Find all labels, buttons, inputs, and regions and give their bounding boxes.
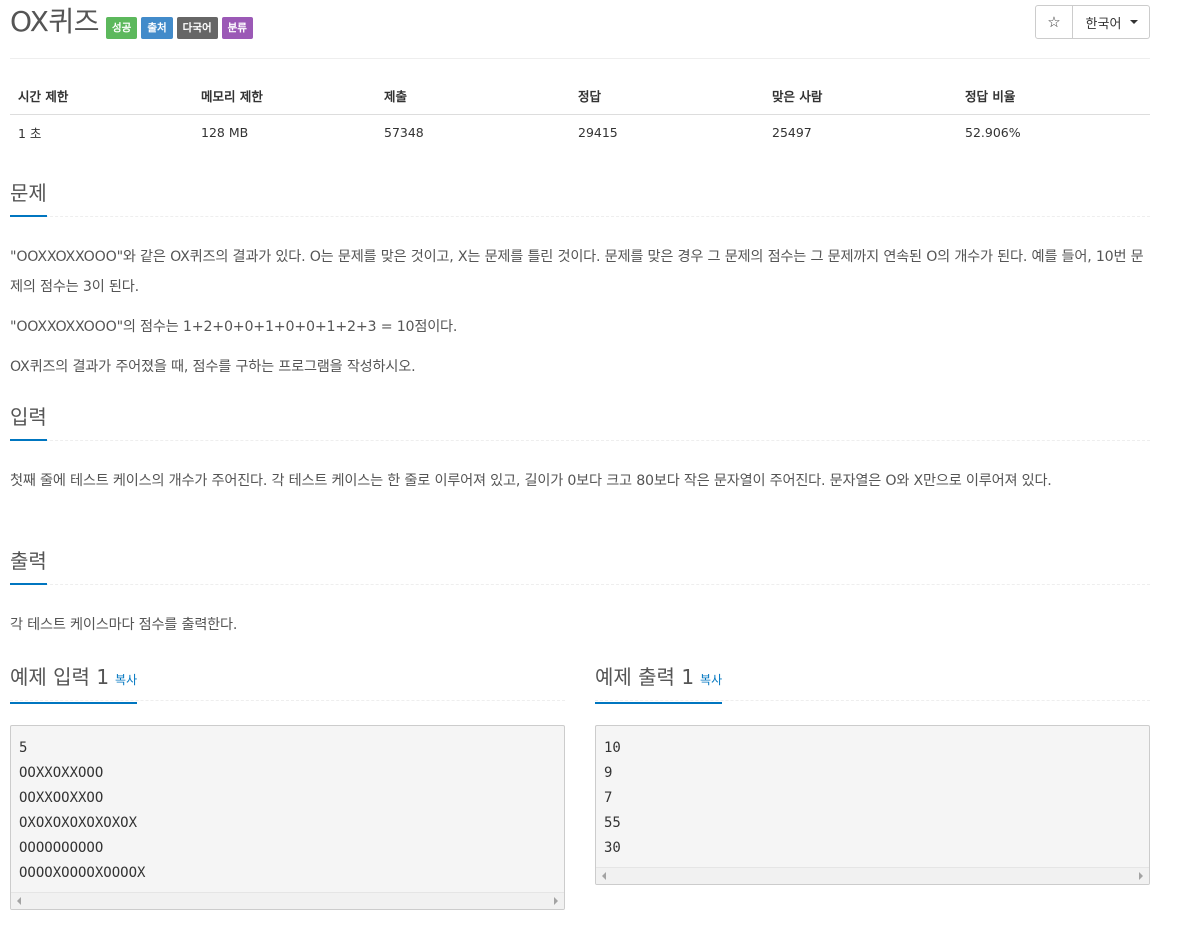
sample-input-line: OOXXOXXOOO (19, 765, 104, 781)
problem-labels: 성공 출처 다국어 분류 (106, 17, 253, 39)
label-source[interactable]: 출처 (141, 17, 173, 39)
sample-input-title-wrap: 예제 입력 1 복사 (10, 663, 138, 704)
sample-input-line: 5 (19, 740, 28, 756)
info-header-row: 시간 제한 메모리 제한 제출 정답 맞은 사람 정답 비율 (10, 78, 1150, 115)
caret-down-icon (1130, 20, 1139, 24)
value-memory-limit: 128 MB (201, 124, 249, 140)
sample-output-scrollbar[interactable] (596, 867, 1149, 884)
sample-input-header: 예제 입력 1 복사 (10, 663, 565, 704)
sample-output-line: 9 (604, 765, 613, 781)
favorite-button[interactable]: ☆ (1035, 5, 1073, 39)
value-time-limit: 1 초 (18, 125, 42, 141)
copy-output-button[interactable]: 복사 (700, 673, 722, 687)
sample-output-line: 10 (604, 740, 621, 756)
sample-output-box[interactable]: 10 9 7 55 30 (595, 725, 1150, 885)
header-accepted: 정답 (570, 78, 764, 115)
sample-input-line: OOOOOOOOOO (19, 840, 104, 856)
star-icon: ☆ (1047, 13, 1061, 31)
input-paragraph: 첫째 줄에 테스트 케이스의 개수가 주어진다. 각 테스트 케이스는 한 줄로… (10, 473, 1052, 489)
label-category[interactable]: 분류 (221, 17, 253, 39)
scroll-left-icon[interactable] (602, 872, 606, 880)
problem-info-table: 시간 제한 메모리 제한 제출 정답 맞은 사람 정답 비율 1 초 128 M… (10, 78, 1150, 150)
sample-output-title: 예제 출력 1 (595, 665, 695, 689)
problem-header: OX퀴즈 성공 출처 다국어 분류 ☆ 한국어 (10, 4, 1150, 40)
header-accept-ratio: 정답 비율 (957, 78, 1150, 115)
output-paragraph: 각 테스트 케이스마다 점수를 출력한다. (10, 617, 238, 633)
language-dropdown[interactable]: 한국어 (1073, 5, 1150, 39)
output-title: 출력 (10, 547, 47, 585)
sample-input-scrollbar[interactable] (11, 892, 564, 909)
scroll-right-icon[interactable] (1139, 872, 1143, 880)
header-submissions: 제출 (376, 78, 570, 115)
header-solved-users: 맞은 사람 (764, 78, 957, 115)
input-section-header: 입력 (10, 403, 1150, 441)
description-paragraph: "OOXXOXXOOO"의 점수는 1+2+0+0+1+0+0+1+2+3 = … (10, 319, 458, 335)
sample-input-box[interactable]: 5 OOXXOXXOOO OOXXOOXXOO OXOXOXOXOXOXOX O… (10, 725, 565, 910)
header-button-group: ☆ 한국어 (1035, 5, 1150, 39)
sample-output-title-wrap: 예제 출력 1 복사 (595, 663, 723, 704)
copy-input-button[interactable]: 복사 (115, 673, 137, 687)
scroll-left-icon[interactable] (17, 897, 21, 905)
sample-input-title: 예제 입력 1 (10, 665, 110, 689)
label-success[interactable]: 성공 (106, 17, 138, 39)
sample-output-line: 55 (604, 815, 621, 831)
header-divider (10, 58, 1150, 59)
scroll-right-icon[interactable] (554, 897, 558, 905)
value-accept-ratio: 52.906% (965, 124, 1021, 140)
sample-input-line: OOXXOOXXOO (19, 790, 104, 806)
input-title: 입력 (10, 403, 47, 441)
description-paragraph: "OOXXOXXOOO"와 같은 OX퀴즈의 결과가 있다. O는 문제를 맞은… (10, 249, 1144, 295)
sample-output-header: 예제 출력 1 복사 (595, 663, 1150, 704)
description-body: "OOXXOXXOOO"와 같은 OX퀴즈의 결과가 있다. O는 문제를 맞은… (10, 242, 1150, 392)
sample-output-line: 7 (604, 790, 613, 806)
output-section-header: 출력 (10, 547, 1150, 585)
description-paragraph: OX퀴즈의 결과가 주어졌을 때, 점수를 구하는 프로그램을 작성하시오. (10, 359, 416, 375)
info-value-row: 1 초 128 MB 57348 29415 25497 52.906% (10, 114, 1150, 150)
sample-input-line: OOOOXOOOOXOOOOX (19, 865, 146, 881)
input-body: 첫째 줄에 테스트 케이스의 개수가 주어진다. 각 테스트 케이스는 한 줄로… (10, 466, 1150, 506)
output-body: 각 테스트 케이스마다 점수를 출력한다. (10, 610, 1150, 650)
problem-title: OX퀴즈 (10, 5, 99, 38)
header-memory-limit: 메모리 제한 (193, 78, 376, 115)
language-label: 한국어 (1085, 16, 1122, 32)
value-accepted: 29415 (578, 124, 618, 140)
sample-output-line: 30 (604, 840, 621, 856)
description-title: 문제 (10, 179, 47, 217)
value-submissions: 57348 (384, 124, 424, 140)
value-solved-users: 25497 (772, 124, 812, 140)
description-section-header: 문제 (10, 179, 1150, 217)
sample-input-line: OXOXOXOXOXOXOX (19, 815, 138, 831)
label-multilingual[interactable]: 다국어 (176, 17, 218, 39)
header-time-limit: 시간 제한 (10, 78, 193, 115)
